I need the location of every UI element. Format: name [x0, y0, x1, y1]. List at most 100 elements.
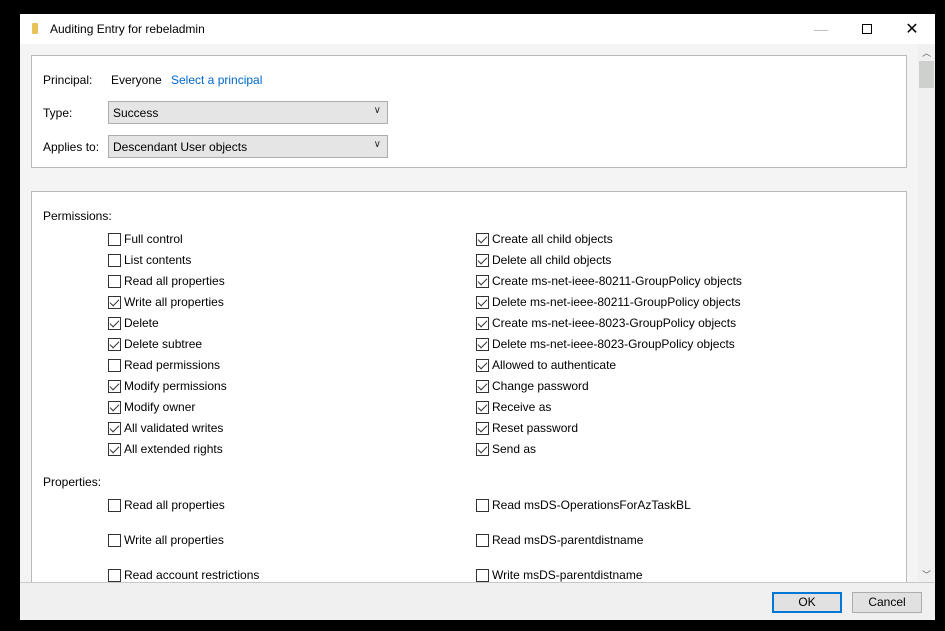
checked-box-icon[interactable]	[108, 337, 121, 351]
type-value: Success	[113, 106, 159, 120]
folder-icon	[32, 23, 38, 34]
permissions-checkbox[interactable]: Modify permissions	[108, 379, 227, 393]
checkbox-label: Create ms-net-ieee-8023-GroupPolicy obje…	[492, 316, 737, 330]
permissions-section: Permissions: Full control List contents Re…	[31, 191, 907, 582]
permissions-checkbox[interactable]: Write all properties	[108, 295, 224, 309]
window-title: Auditing Entry for rebeladmin	[50, 22, 205, 36]
unchecked-box-icon[interactable]	[108, 498, 121, 512]
unchecked-box-icon[interactable]	[108, 274, 121, 288]
minimize-icon[interactable]: —	[798, 14, 844, 44]
principal-value: Everyone	[111, 73, 162, 87]
permissions-checkbox[interactable]: Receive as	[476, 400, 551, 414]
unchecked-box-icon[interactable]	[108, 358, 121, 372]
applies-to-select[interactable]: Descendant User objects ∨	[108, 135, 388, 158]
checked-box-icon[interactable]	[476, 295, 489, 309]
checkbox-label: Write msDS-parentdistname	[492, 568, 643, 582]
checked-box-icon[interactable]	[476, 337, 489, 351]
checkbox-label: Read msDS-parentdistname	[492, 533, 644, 547]
unchecked-box-icon[interactable]	[476, 568, 489, 582]
unchecked-box-icon[interactable]	[476, 498, 489, 512]
permissions-checkbox[interactable]: Delete subtree	[108, 337, 202, 351]
checkbox-label: Delete ms-net-ieee-8023-GroupPolicy obje…	[492, 337, 735, 351]
checked-box-icon[interactable]	[476, 442, 489, 456]
properties-checkbox[interactable]: Write msDS-parentdistname	[476, 568, 643, 582]
checkbox-label: Create ms-net-ieee-80211-GroupPolicy obj…	[492, 274, 742, 288]
permissions-checkbox[interactable]: List contents	[108, 253, 191, 267]
vertical-scrollbar[interactable]: ︿ ﹀	[918, 44, 935, 582]
scroll-up-icon[interactable]: ︿	[918, 46, 935, 59]
checkbox-label: Delete	[124, 316, 159, 330]
checked-box-icon[interactable]	[476, 253, 489, 267]
checkbox-label: Create all child objects	[492, 232, 613, 246]
permissions-checkbox[interactable]: All extended rights	[108, 442, 223, 456]
checked-box-icon[interactable]	[476, 274, 489, 288]
checkbox-label: All validated writes	[124, 421, 224, 435]
type-select[interactable]: Success ∨	[108, 101, 388, 124]
checkbox-label: Write all properties	[124, 533, 224, 547]
checkbox-label: Full control	[124, 232, 183, 246]
permissions-checkbox[interactable]: All validated writes	[108, 421, 223, 435]
unchecked-box-icon[interactable]	[476, 533, 489, 547]
applies-to-value: Descendant User objects	[113, 140, 248, 154]
checked-box-icon[interactable]	[108, 379, 121, 393]
unchecked-box-icon[interactable]	[108, 253, 121, 267]
checkbox-label: All extended rights	[124, 442, 223, 456]
unchecked-box-icon[interactable]	[108, 533, 121, 547]
properties-checkbox[interactable]: Read all properties	[108, 498, 225, 512]
permissions-label: Permissions:	[43, 209, 112, 223]
permissions-checkbox[interactable]: Allowed to authenticate	[476, 358, 616, 372]
close-icon[interactable]: ✕	[889, 14, 935, 44]
permissions-checkbox[interactable]: Delete all child objects	[476, 253, 611, 267]
checked-box-icon[interactable]	[108, 442, 121, 456]
checked-box-icon[interactable]	[108, 400, 121, 414]
checkbox-label: Change password	[492, 379, 589, 393]
ok-button[interactable]: OK	[772, 592, 842, 613]
checkbox-label: Modify permissions	[124, 379, 227, 393]
permissions-checkbox[interactable]: Create ms-net-ieee-8023-GroupPolicy obje…	[476, 316, 736, 330]
permissions-checkbox[interactable]: Read permissions	[108, 358, 220, 372]
checked-box-icon[interactable]	[476, 316, 489, 330]
permissions-checkbox[interactable]: Create ms-net-ieee-80211-GroupPolicy obj…	[476, 274, 742, 288]
checked-box-icon[interactable]	[476, 400, 489, 414]
checkbox-label: Read all properties	[124, 274, 225, 288]
permissions-checkbox[interactable]: Change password	[476, 379, 589, 393]
checkbox-label: Delete subtree	[124, 337, 203, 351]
cancel-button[interactable]: Cancel	[852, 592, 922, 613]
properties-checkbox[interactable]: Read msDS-parentdistname	[476, 533, 643, 547]
checkbox-label: Send as	[492, 442, 537, 456]
checkbox-label: Modify owner	[124, 400, 196, 414]
scrollbar-thumb[interactable]	[919, 61, 934, 88]
permissions-checkbox[interactable]: Delete ms-net-ieee-8023-GroupPolicy obje…	[476, 337, 735, 351]
scroll-down-icon[interactable]: ﹀	[918, 568, 935, 581]
unchecked-box-icon[interactable]	[108, 232, 121, 246]
checkbox-label: List contents	[124, 253, 192, 267]
properties-checkbox[interactable]: Write all properties	[108, 533, 224, 547]
checkbox-label: Read msDS-OperationsForAzTaskBL	[492, 498, 691, 512]
maximize-icon[interactable]	[844, 14, 890, 44]
checked-box-icon[interactable]	[476, 358, 489, 372]
checked-box-icon[interactable]	[476, 379, 489, 393]
permissions-checkbox[interactable]: Delete ms-net-ieee-80211-GroupPolicy obj…	[476, 295, 741, 309]
chevron-down-icon: ∨	[373, 105, 381, 116]
permissions-checkbox[interactable]: Delete	[108, 316, 159, 330]
permissions-checkbox[interactable]: Send as	[476, 442, 536, 456]
checked-box-icon[interactable]	[108, 316, 121, 330]
checkbox-label: Read all properties	[124, 498, 225, 512]
permissions-checkbox[interactable]: Read all properties	[108, 274, 225, 288]
properties-label: Properties:	[43, 475, 102, 489]
permissions-checkbox[interactable]: Create all child objects	[476, 232, 613, 246]
checked-box-icon[interactable]	[108, 421, 121, 435]
properties-checkbox[interactable]: Read msDS-OperationsForAzTaskBL	[476, 498, 691, 512]
unchecked-box-icon[interactable]	[108, 568, 121, 582]
checkbox-label: Reset password	[492, 421, 579, 435]
checked-box-icon[interactable]	[476, 421, 489, 435]
select-principal-link[interactable]: Select a principal	[171, 73, 262, 87]
checkbox-label: Delete ms-net-ieee-80211-GroupPolicy obj…	[492, 295, 741, 309]
permissions-checkbox[interactable]: Reset password	[476, 421, 578, 435]
checked-box-icon[interactable]	[108, 295, 121, 309]
checked-box-icon[interactable]	[476, 232, 489, 246]
permissions-checkbox[interactable]: Modify owner	[108, 400, 195, 414]
auditing-entry-dialog: Auditing Entry for rebeladmin — ✕ Princi…	[20, 14, 935, 620]
properties-checkbox[interactable]: Read account restrictions	[108, 568, 259, 582]
permissions-checkbox[interactable]: Full control	[108, 232, 183, 246]
